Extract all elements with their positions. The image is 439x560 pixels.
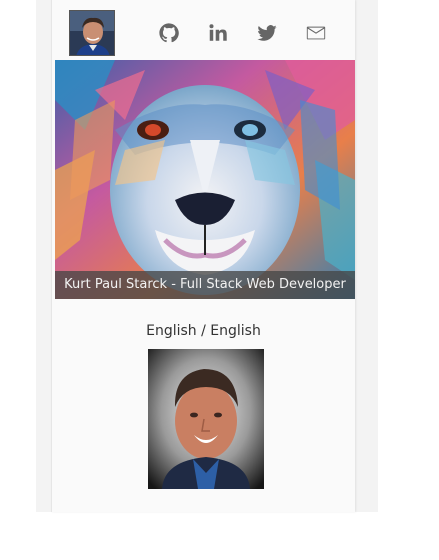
portrait-image: [148, 349, 264, 489]
language-switch[interactable]: English / English: [52, 323, 355, 339]
github-link[interactable]: [156, 20, 182, 46]
email-link[interactable]: [303, 20, 329, 46]
linkedin-link[interactable]: [205, 20, 231, 46]
avatar[interactable]: [69, 10, 115, 56]
twitter-link[interactable]: [254, 20, 280, 46]
top-bar: [52, 0, 355, 60]
twitter-icon: [257, 25, 277, 41]
linkedin-icon: [209, 24, 227, 41]
email-icon: [306, 26, 326, 40]
left-gutter: [36, 0, 51, 512]
right-gutter: [354, 0, 378, 512]
hero-image: Kurt Paul Starck - Full Stack Web Develo…: [55, 60, 355, 299]
lion-painting: [55, 60, 355, 299]
profile-card: Kurt Paul Starck - Full Stack Web Develo…: [51, 0, 355, 512]
hero-caption: Kurt Paul Starck - Full Stack Web Develo…: [55, 271, 355, 299]
github-icon: [159, 23, 179, 43]
